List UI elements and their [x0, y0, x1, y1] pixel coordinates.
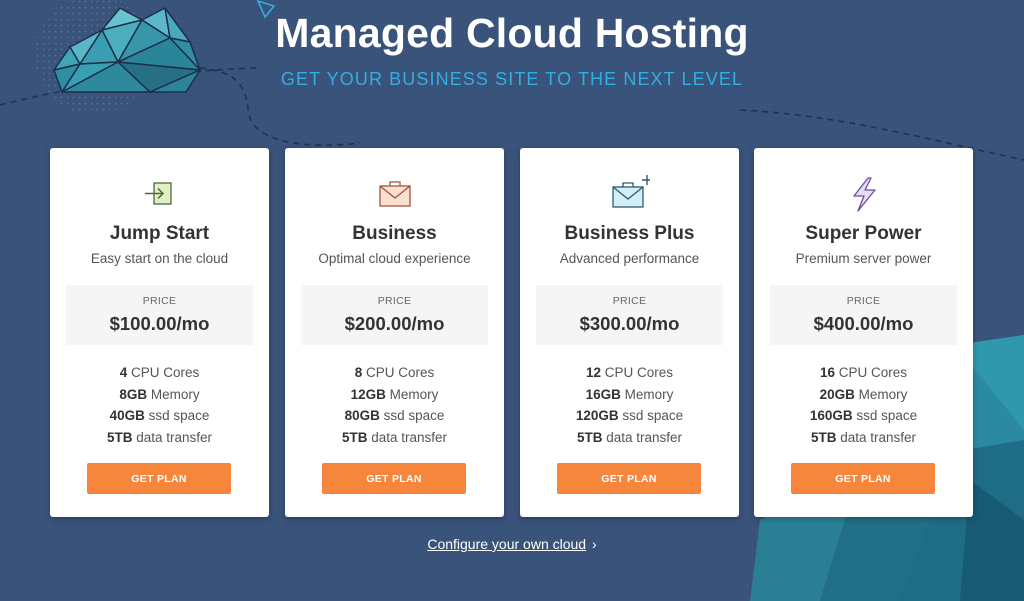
plan-tagline: Easy start on the cloud — [90, 251, 229, 266]
price-label: PRICE — [142, 295, 177, 307]
price-label: PRICE — [846, 295, 881, 307]
feature-storage: 160GB ssd space — [809, 408, 918, 423]
get-plan-button[interactable]: GET PLAN — [557, 463, 701, 494]
get-plan-button[interactable]: GET PLAN — [87, 463, 231, 494]
configure-own-cloud-link[interactable]: Configure your own cloud — [427, 536, 586, 552]
price-box: PRICE $200.00/mo — [301, 285, 488, 345]
feature-cpu: 8 CPU Cores — [354, 365, 435, 380]
price-box: PRICE $300.00/mo — [536, 285, 723, 345]
plan-tagline: Premium server power — [795, 251, 932, 266]
feature-cpu: 4 CPU Cores — [119, 365, 200, 380]
feature-cpu: 12 CPU Cores — [585, 365, 674, 380]
plan-name: Jump Start — [109, 223, 210, 244]
arrow-into-box-icon — [140, 174, 180, 214]
page-title: Managed Cloud Hosting — [275, 10, 749, 56]
feature-memory: 20GB Memory — [819, 386, 908, 402]
plan-card-jump-start: Jump Start Easy start on the cloud PRICE… — [50, 148, 269, 517]
feature-transfer: 5TB data transfer — [106, 429, 213, 445]
get-plan-button[interactable]: GET PLAN — [322, 463, 466, 494]
chevron-right-icon[interactable]: › — [592, 536, 597, 552]
feature-list: 16 CPU Cores 20GB Memory 160GB ssd space… — [754, 364, 973, 450]
lightning-bolt-icon — [844, 174, 884, 214]
plan-tagline: Optimal cloud experience — [318, 251, 471, 266]
price-box: PRICE $100.00/mo — [66, 285, 253, 345]
price-value: $300.00/mo — [579, 313, 680, 334]
plan-name: Business — [352, 223, 437, 244]
feature-storage: 80GB ssd space — [344, 408, 445, 423]
price-box: PRICE $400.00/mo — [770, 285, 957, 345]
plan-card-business: Business Optimal cloud experience PRICE … — [285, 148, 504, 517]
briefcase-plus-icon — [610, 174, 650, 214]
feature-transfer: 5TB data transfer — [341, 429, 448, 445]
plan-name: Business Plus — [564, 223, 695, 244]
plan-card-super-power: Super Power Premium server power PRICE $… — [754, 148, 973, 517]
plan-card-business-plus: Business Plus Advanced performance PRICE… — [520, 148, 739, 517]
price-value: $200.00/mo — [344, 313, 445, 334]
feature-memory: 8GB Memory — [119, 386, 200, 402]
briefcase-envelope-icon — [375, 174, 415, 214]
page-subtitle: GET YOUR BUSINESS SITE TO THE NEXT LEVEL — [280, 69, 744, 89]
price-value: $400.00/mo — [813, 313, 914, 334]
feature-storage: 40GB ssd space — [109, 408, 210, 423]
feature-transfer: 5TB data transfer — [810, 429, 917, 445]
configure-link-row: Configure your own cloud › — [0, 536, 1024, 552]
price-label: PRICE — [377, 295, 412, 307]
feature-list: 8 CPU Cores 12GB Memory 80GB ssd space 5… — [285, 364, 504, 450]
get-plan-button[interactable]: GET PLAN — [791, 463, 935, 494]
plan-name: Super Power — [805, 223, 922, 244]
price-value: $100.00/mo — [109, 313, 210, 334]
feature-list: 12 CPU Cores 16GB Memory 120GB ssd space… — [520, 364, 739, 450]
feature-storage: 120GB ssd space — [575, 408, 684, 423]
feature-cpu: 16 CPU Cores — [819, 365, 908, 380]
feature-transfer: 5TB data transfer — [576, 429, 683, 445]
plan-tagline: Advanced performance — [559, 251, 700, 266]
feature-memory: 12GB Memory — [350, 386, 439, 402]
price-label: PRICE — [612, 295, 647, 307]
feature-memory: 16GB Memory — [585, 386, 674, 402]
feature-list: 4 CPU Cores 8GB Memory 40GB ssd space 5T… — [50, 364, 269, 450]
